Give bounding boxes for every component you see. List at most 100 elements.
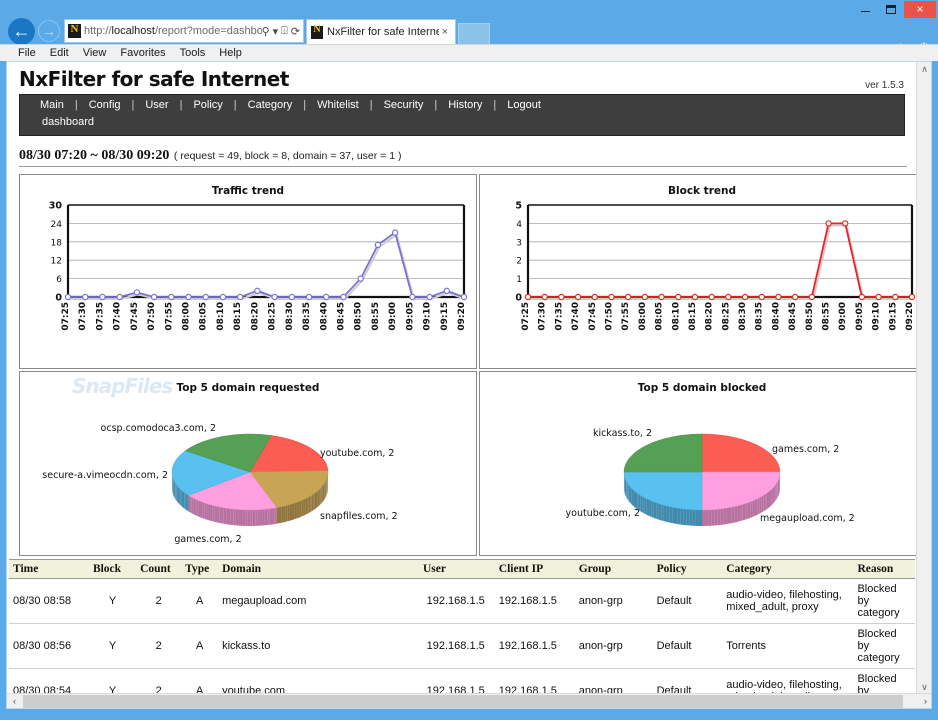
horizontal-scrollbar[interactable]: ‹ › [7, 693, 932, 708]
subnav-dashboard[interactable]: dashboard [42, 116, 94, 128]
svg-text:08:55: 08:55 [822, 302, 832, 331]
svg-text:07:50: 07:50 [147, 302, 157, 331]
sidebar-item-history[interactable]: History [446, 99, 484, 111]
menu-bar: File Edit View Favorites Tools Help [0, 44, 938, 61]
sidebar-item-user[interactable]: User [143, 99, 170, 111]
table-row[interactable]: 08/30 08:56Y2Akickass.to192.168.1.5192.1… [9, 624, 915, 669]
back-button[interactable]: ← [8, 18, 35, 45]
scroll-up-icon[interactable]: ∧ [917, 62, 932, 77]
restore-button[interactable] [878, 1, 904, 18]
menu-file[interactable]: File [18, 47, 36, 59]
row-reason: Blocked by category [853, 579, 915, 624]
tab-nxfilter[interactable]: NxFilter for safe Internet × [306, 19, 456, 44]
sidebar-item-policy[interactable]: Policy [191, 99, 224, 111]
chevron-down-icon[interactable]: ▾ [273, 25, 279, 38]
col-reason[interactable]: Reason [853, 560, 915, 579]
svg-text:3: 3 [516, 238, 522, 248]
svg-text:08:40: 08:40 [771, 302, 781, 331]
tab-strip: NxFilter for safe Internet × [306, 19, 606, 44]
svg-text:09:15: 09:15 [888, 302, 898, 331]
refresh-icon[interactable]: ⟳ [291, 25, 300, 38]
row-block: Y [89, 624, 136, 669]
row-block: Y [89, 669, 136, 696]
svg-text:07:30: 07:30 [538, 302, 548, 331]
close-button[interactable]: × [904, 1, 936, 18]
table-row[interactable]: 08/30 08:58Y2Amegaupload.com192.168.1.51… [9, 579, 915, 624]
scroll-right-icon[interactable]: › [918, 694, 932, 709]
version-label: ver 1.5.3 [865, 80, 904, 91]
svg-text:08:15: 08:15 [688, 302, 698, 331]
compatibility-view-icon[interactable]: ⌹ [281, 25, 288, 38]
block-trend-title: Block trend [480, 185, 918, 197]
sidebar-item-logout[interactable]: Logout [505, 99, 543, 111]
svg-text:09:15: 09:15 [440, 302, 450, 331]
svg-text:08:00: 08:00 [638, 302, 648, 331]
row-count: 2 [136, 579, 181, 624]
tab-close-icon[interactable]: × [439, 26, 451, 38]
col-domain[interactable]: Domain [218, 560, 419, 579]
block-trend-chart: 01234507:2507:3007:3507:4007:4507:5007:5… [480, 197, 918, 365]
col-type[interactable]: Type [181, 560, 218, 579]
svg-text:5: 5 [515, 201, 522, 212]
col-user[interactable]: User [419, 560, 495, 579]
svg-text:08:40: 08:40 [319, 302, 329, 331]
svg-text:07:25: 07:25 [521, 302, 531, 331]
row-user: 192.168.1.5 [419, 669, 495, 696]
svg-text:08:05: 08:05 [199, 302, 209, 331]
col-category[interactable]: Category [722, 560, 853, 579]
nav-sep: | [171, 99, 192, 111]
col-block[interactable]: Block [89, 560, 136, 579]
svg-text:09:00: 09:00 [838, 302, 848, 331]
col-policy[interactable]: Policy [653, 560, 723, 579]
menu-edit[interactable]: Edit [50, 47, 69, 59]
menu-help[interactable]: Help [219, 47, 242, 59]
svg-text:07:55: 07:55 [164, 302, 174, 331]
menu-tools[interactable]: Tools [180, 47, 206, 59]
row-block: Y [89, 579, 136, 624]
row-reason: Blocked by category [853, 669, 915, 696]
menu-favorites[interactable]: Favorites [120, 47, 165, 59]
sidebar-item-config[interactable]: Config [87, 99, 123, 111]
new-tab-button[interactable] [458, 23, 490, 44]
tab-title: NxFilter for safe Internet [327, 26, 439, 38]
minimize-button[interactable] [852, 1, 878, 18]
row-client-ip: 192.168.1.5 [495, 669, 575, 696]
address-bar[interactable]: http://localhost/report?mode=dashboard ⚲… [64, 19, 304, 43]
row-client-ip: 192.168.1.5 [495, 624, 575, 669]
svg-text:08:30: 08:30 [738, 302, 748, 331]
search-icon[interactable]: ⚲ [262, 25, 270, 38]
sidebar-item-security[interactable]: Security [382, 99, 426, 111]
svg-text:08:00: 08:00 [182, 302, 192, 331]
nav-sep: | [66, 99, 87, 111]
sidebar-item-main[interactable]: Main [38, 99, 66, 111]
row-user: 192.168.1.5 [419, 624, 495, 669]
col-time[interactable]: Time [9, 560, 89, 579]
col-count[interactable]: Count [136, 560, 181, 579]
sidebar-item-category[interactable]: Category [246, 99, 295, 111]
svg-text:07:35: 07:35 [554, 302, 564, 331]
vertical-scrollbar[interactable]: ∧ ∨ [916, 62, 931, 695]
scroll-left-icon[interactable]: ‹ [7, 694, 22, 709]
browser-toolbar: ← → http://localhost/report?mode=dashboa… [0, 18, 938, 44]
table-row[interactable]: 08/30 08:54Y2Ayoutube.com192.168.1.5192.… [9, 669, 915, 696]
row-category: audio-video, filehosting, mixed_adult, p… [722, 579, 853, 624]
nav-sep: | [484, 99, 505, 111]
svg-text:09:05: 09:05 [405, 302, 415, 331]
svg-text:kickass.to, 2: kickass.to, 2 [593, 428, 652, 439]
col-group[interactable]: Group [575, 560, 653, 579]
sidebar-item-whitelist[interactable]: Whitelist [315, 99, 361, 111]
forward-button[interactable]: → [38, 20, 60, 42]
site-nav-items: Main | Config | User | Policy | Category… [20, 99, 543, 111]
svg-text:08:20: 08:20 [250, 302, 260, 331]
col-client-ip[interactable]: Client IP [495, 560, 575, 579]
svg-text:07:40: 07:40 [571, 302, 581, 331]
svg-text:0: 0 [515, 293, 522, 304]
top-domain-blocked-panel: Top 5 domain blocked games.com, 2megaupl… [479, 371, 918, 556]
h-scroll-thumb[interactable] [23, 695, 903, 708]
menu-view[interactable]: View [83, 47, 107, 59]
svg-text:0: 0 [55, 293, 62, 304]
row-client-ip: 192.168.1.5 [495, 579, 575, 624]
table-header-row: Time Block Count Type Domain User Client… [9, 560, 915, 579]
row-count: 2 [136, 669, 181, 696]
row-user: 192.168.1.5 [419, 579, 495, 624]
